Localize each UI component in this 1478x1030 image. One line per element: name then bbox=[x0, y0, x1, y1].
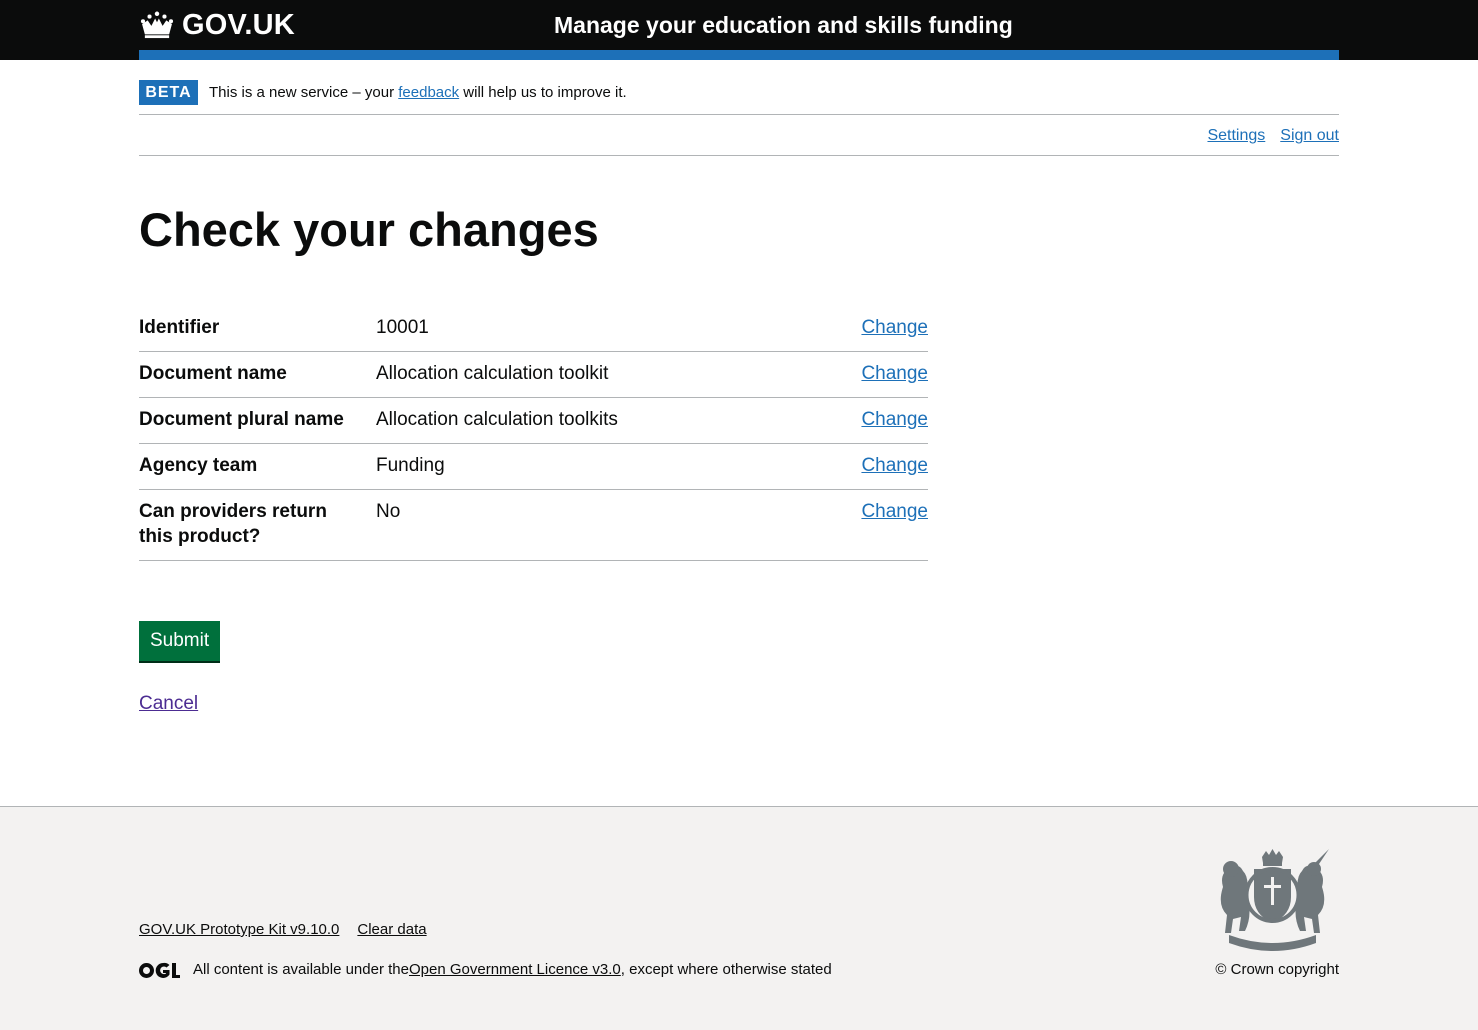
summary-value: No bbox=[376, 501, 401, 522]
account-links: Settings Sign out bbox=[1207, 126, 1339, 146]
summary-value: Allocation calculation toolkits bbox=[376, 409, 618, 430]
header-container: GOV.UK Manage your education and skills … bbox=[139, 0, 1339, 60]
phase-banner-text: This is a new service – your feedback wi… bbox=[209, 83, 627, 103]
change-identifier-link[interactable]: Change bbox=[861, 317, 928, 338]
header-blue-bar bbox=[139, 50, 1339, 60]
page-title: Check your changes bbox=[139, 203, 599, 256]
beta-tag: BETA bbox=[139, 80, 198, 105]
crown-icon bbox=[140, 11, 174, 39]
phase-text-after: will help us to improve it. bbox=[459, 84, 627, 101]
summary-key: Document name bbox=[139, 363, 287, 384]
open-government-licence-link[interactable]: Open Government Licence v3.0 bbox=[409, 960, 621, 980]
account-navigation: Settings Sign out bbox=[139, 115, 1339, 156]
summary-row-document-name: Document name Allocation calculation too… bbox=[139, 352, 928, 398]
change-can-providers-return-link[interactable]: Change bbox=[861, 501, 928, 522]
licence-text-after: , except where otherwise stated bbox=[620, 961, 832, 978]
summary-list: Identifier 10001 Change Document name Al… bbox=[139, 306, 928, 561]
feedback-link[interactable]: feedback bbox=[398, 84, 459, 101]
licence-statement: All content is available under the Open … bbox=[139, 960, 832, 980]
change-document-plural-name-link[interactable]: Change bbox=[861, 409, 928, 430]
govuk-logo-link[interactable]: GOV.UK bbox=[139, 8, 295, 42]
summary-value: 10001 bbox=[376, 317, 429, 338]
phase-banner: BETA This is a new service – your feedba… bbox=[139, 80, 1339, 115]
cancel-link[interactable]: Cancel bbox=[139, 691, 198, 716]
logo-text: GOV.UK bbox=[182, 9, 295, 41]
summary-key: Can providers return this product? bbox=[139, 501, 327, 547]
summary-key: Identifier bbox=[139, 317, 220, 338]
clear-data-link[interactable]: Clear data bbox=[357, 920, 426, 940]
footer-links: GOV.UK Prototype Kit v9.10.0 Clear data bbox=[139, 920, 427, 940]
site-footer: GOV.UK Prototype Kit v9.10.0 Clear data … bbox=[0, 806, 1478, 1030]
royal-coat-of-arms-icon bbox=[1220, 849, 1329, 951]
phase-text-before: This is a new service – your bbox=[209, 84, 399, 101]
ogl-logo-icon bbox=[139, 962, 180, 978]
change-agency-team-link[interactable]: Change bbox=[861, 455, 928, 476]
summary-key: Document plural name bbox=[139, 409, 344, 430]
summary-key: Agency team bbox=[139, 455, 258, 476]
crown-copyright-link[interactable]: © Crown copyright bbox=[1215, 960, 1339, 980]
sign-out-link[interactable]: Sign out bbox=[1280, 126, 1339, 146]
summary-value: Funding bbox=[376, 455, 445, 476]
submit-button[interactable]: Submit bbox=[139, 621, 221, 661]
summary-row-agency-team: Agency team Funding Change bbox=[139, 444, 928, 490]
summary-row-document-plural-name: Document plural name Allocation calculat… bbox=[139, 398, 928, 444]
summary-value: Allocation calculation toolkit bbox=[376, 363, 609, 384]
licence-text-before: All content is available under the bbox=[193, 961, 409, 978]
service-name-link[interactable]: Manage your education and skills funding bbox=[554, 9, 1013, 41]
summary-row-can-providers-return: Can providers return this product? No Ch… bbox=[139, 490, 928, 561]
summary-row-identifier: Identifier 10001 Change bbox=[139, 306, 928, 352]
change-document-name-link[interactable]: Change bbox=[861, 363, 928, 384]
site-header: GOV.UK Manage your education and skills … bbox=[0, 0, 1478, 60]
prototype-kit-link[interactable]: GOV.UK Prototype Kit v9.10.0 bbox=[139, 920, 339, 940]
settings-link[interactable]: Settings bbox=[1207, 126, 1265, 146]
